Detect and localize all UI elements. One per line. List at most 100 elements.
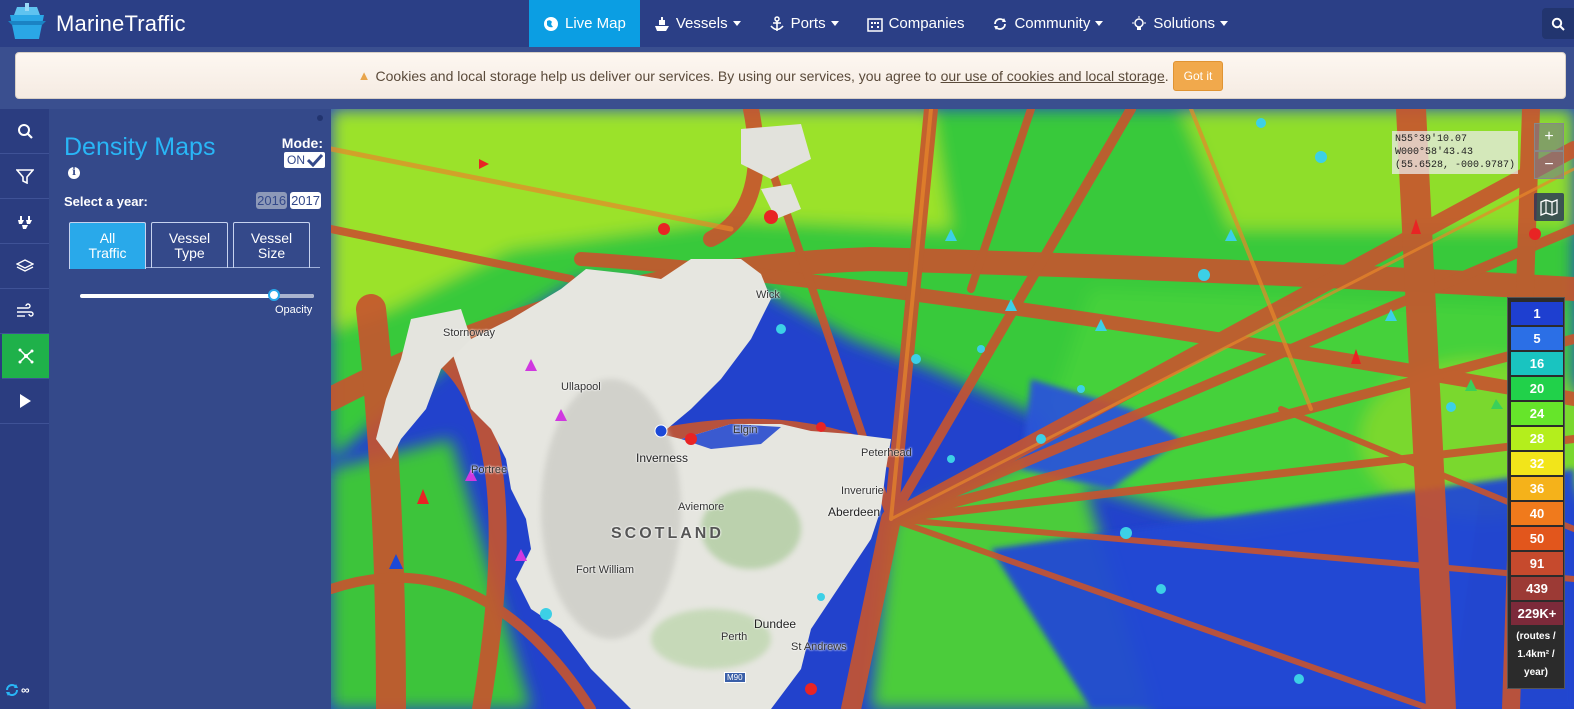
brand-name: MarineTraffic xyxy=(56,11,186,36)
legend-item: 16 xyxy=(1511,352,1563,375)
search-icon xyxy=(17,124,33,139)
info-icon[interactable]: i xyxy=(68,167,80,179)
density-maps-panel: Density Maps i Mode: ON Select a year: 2… xyxy=(49,109,331,709)
legend-item: 36 xyxy=(1511,477,1563,500)
cookie-period: . xyxy=(1164,67,1169,84)
legend-item: 1 xyxy=(1511,302,1563,325)
opacity-slider[interactable] xyxy=(80,289,314,301)
density-icon xyxy=(18,348,33,364)
refresh-icon xyxy=(994,17,1007,30)
zoom-out-button[interactable]: − xyxy=(1534,151,1564,179)
rail-footer[interactable]: ∞ xyxy=(5,683,30,697)
tool-rail: ∞ xyxy=(0,109,49,709)
place-label-inverurie: Inverurie xyxy=(841,485,884,497)
anchor-icon xyxy=(769,15,784,31)
brand[interactable]: MarineTraffic xyxy=(6,3,186,45)
nav-solutions-label: Solutions xyxy=(1153,15,1216,32)
cookie-banner: ▲ Cookies and local storage help us deli… xyxy=(15,52,1566,99)
nav-community[interactable]: Community xyxy=(978,0,1117,47)
legend-item: 28 xyxy=(1511,427,1563,450)
panel-collapse-handle[interactable] xyxy=(317,115,323,121)
top-navbar: MarineTraffic Live Map Vessels Ports Com… xyxy=(0,0,1574,47)
rail-fleet-button[interactable] xyxy=(0,199,49,244)
tab-vessel-size[interactable]: Vessel Size xyxy=(233,222,310,268)
coord-lon: W000°58'43.43 xyxy=(1394,147,1473,158)
nav-live-map[interactable]: Live Map xyxy=(529,0,640,47)
nav-solutions[interactable]: Solutions xyxy=(1117,0,1242,47)
chevron-down-icon xyxy=(830,21,839,26)
place-label-st-andrews: St Andrews xyxy=(791,641,847,653)
cookie-accept-button[interactable]: Got it xyxy=(1172,60,1224,91)
nav-live-map-label: Live Map xyxy=(565,15,626,32)
lightbulb-icon xyxy=(1132,15,1147,30)
opacity-label: Opacity xyxy=(275,304,313,316)
ship-icon xyxy=(654,16,669,31)
warning-icon: ▲ xyxy=(357,68,371,83)
legend-unit-line1: (routes / xyxy=(1516,631,1556,642)
coord-lat: N55°39'10.07 xyxy=(1394,134,1467,145)
density-map[interactable]: SCOTLAND Inverness Aberdeen Dundee Perth… xyxy=(331,109,1574,709)
nav-companies-label: Companies xyxy=(888,15,965,32)
year-2017-button[interactable]: 2017 xyxy=(290,192,321,209)
header-search-button[interactable] xyxy=(1542,8,1574,39)
place-label-peterhead: Peterhead xyxy=(861,447,912,459)
mode-toggle[interactable]: ON xyxy=(284,152,325,168)
legend-unit-line2: 1.4km² / xyxy=(1517,649,1555,660)
legend-item: 50 xyxy=(1511,527,1563,550)
zoom-in-button[interactable]: + xyxy=(1534,123,1564,151)
tab-label-line1: All xyxy=(99,230,116,246)
legend-item: 5 xyxy=(1511,327,1563,350)
legend-item: 229K+ xyxy=(1511,602,1563,625)
mode-toggle-value: ON xyxy=(287,153,305,167)
legend-item: 439 xyxy=(1511,577,1563,600)
road-shield-m90: M90 xyxy=(724,672,746,683)
place-label-ullapool: Ullapool xyxy=(561,381,601,393)
chevron-down-icon xyxy=(732,21,741,26)
place-label-dundee: Dundee xyxy=(754,617,797,631)
legend-item: 32 xyxy=(1511,452,1563,475)
rail-density-button[interactable] xyxy=(2,334,49,379)
layers-icon xyxy=(15,259,34,272)
tab-all-traffic[interactable]: All Traffic xyxy=(69,222,146,269)
rail-layers-button[interactable] xyxy=(0,244,49,289)
tab-vessel-type[interactable]: Vessel Type xyxy=(151,222,228,268)
map-canvas[interactable] xyxy=(331,109,1574,709)
chevron-down-icon xyxy=(1095,21,1104,26)
place-label-aviemore: Aviemore xyxy=(678,501,725,513)
legend-unit-line3: year) xyxy=(1524,667,1548,678)
rail-search-button[interactable] xyxy=(0,109,49,154)
zoom-controls: + − xyxy=(1534,123,1564,179)
rail-weather-button[interactable] xyxy=(0,289,49,334)
wind-icon xyxy=(16,303,34,317)
legend-item: 91 xyxy=(1511,552,1563,575)
slider-track-rest xyxy=(274,294,314,298)
cursor-coordinates: N55°39'10.07 W000°58'43.43 (55.6528, -00… xyxy=(1391,131,1518,174)
globe-icon xyxy=(544,16,558,31)
nav-vessels-label: Vessels xyxy=(675,15,728,32)
refresh-icon xyxy=(6,684,18,696)
year-2016-button[interactable]: 2016 xyxy=(256,192,288,209)
place-label-portree: Portree xyxy=(471,464,508,476)
place-label-stornoway: Stornoway xyxy=(443,327,495,339)
mode-label: Mode: xyxy=(281,135,323,151)
map-icon xyxy=(1540,199,1558,216)
tab-label-line2: Traffic xyxy=(88,245,127,261)
coord-decimal: (55.6528, -000.9787) xyxy=(1394,160,1515,171)
rail-filter-button[interactable] xyxy=(0,154,49,199)
slider-handle[interactable] xyxy=(268,289,280,301)
nav-vessels[interactable]: Vessels xyxy=(640,0,755,47)
nav-companies[interactable]: Companies xyxy=(853,0,979,47)
fleet-icon xyxy=(17,216,32,229)
place-label-inverness: Inverness xyxy=(636,451,689,465)
rail-playback-button[interactable] xyxy=(0,379,49,424)
tab-label-line2: Size xyxy=(257,244,286,261)
map-layers-button[interactable] xyxy=(1534,193,1564,221)
tab-label-line1: Vessel xyxy=(168,229,211,246)
year-selector: 2016 2017 xyxy=(256,192,321,209)
density-legend: (routes / 1.4km² / year) 1 5 16 20 24 28 32 36 4… xyxy=(1507,297,1565,689)
cookie-text: Cookies and local storage help us delive… xyxy=(375,67,937,84)
nav-ports[interactable]: Ports xyxy=(755,0,853,47)
tab-label-line2: Type xyxy=(174,244,205,261)
place-label-scotland: SCOTLAND xyxy=(611,525,724,542)
cookie-policy-link[interactable]: our use of cookies and local storage xyxy=(941,68,1165,84)
